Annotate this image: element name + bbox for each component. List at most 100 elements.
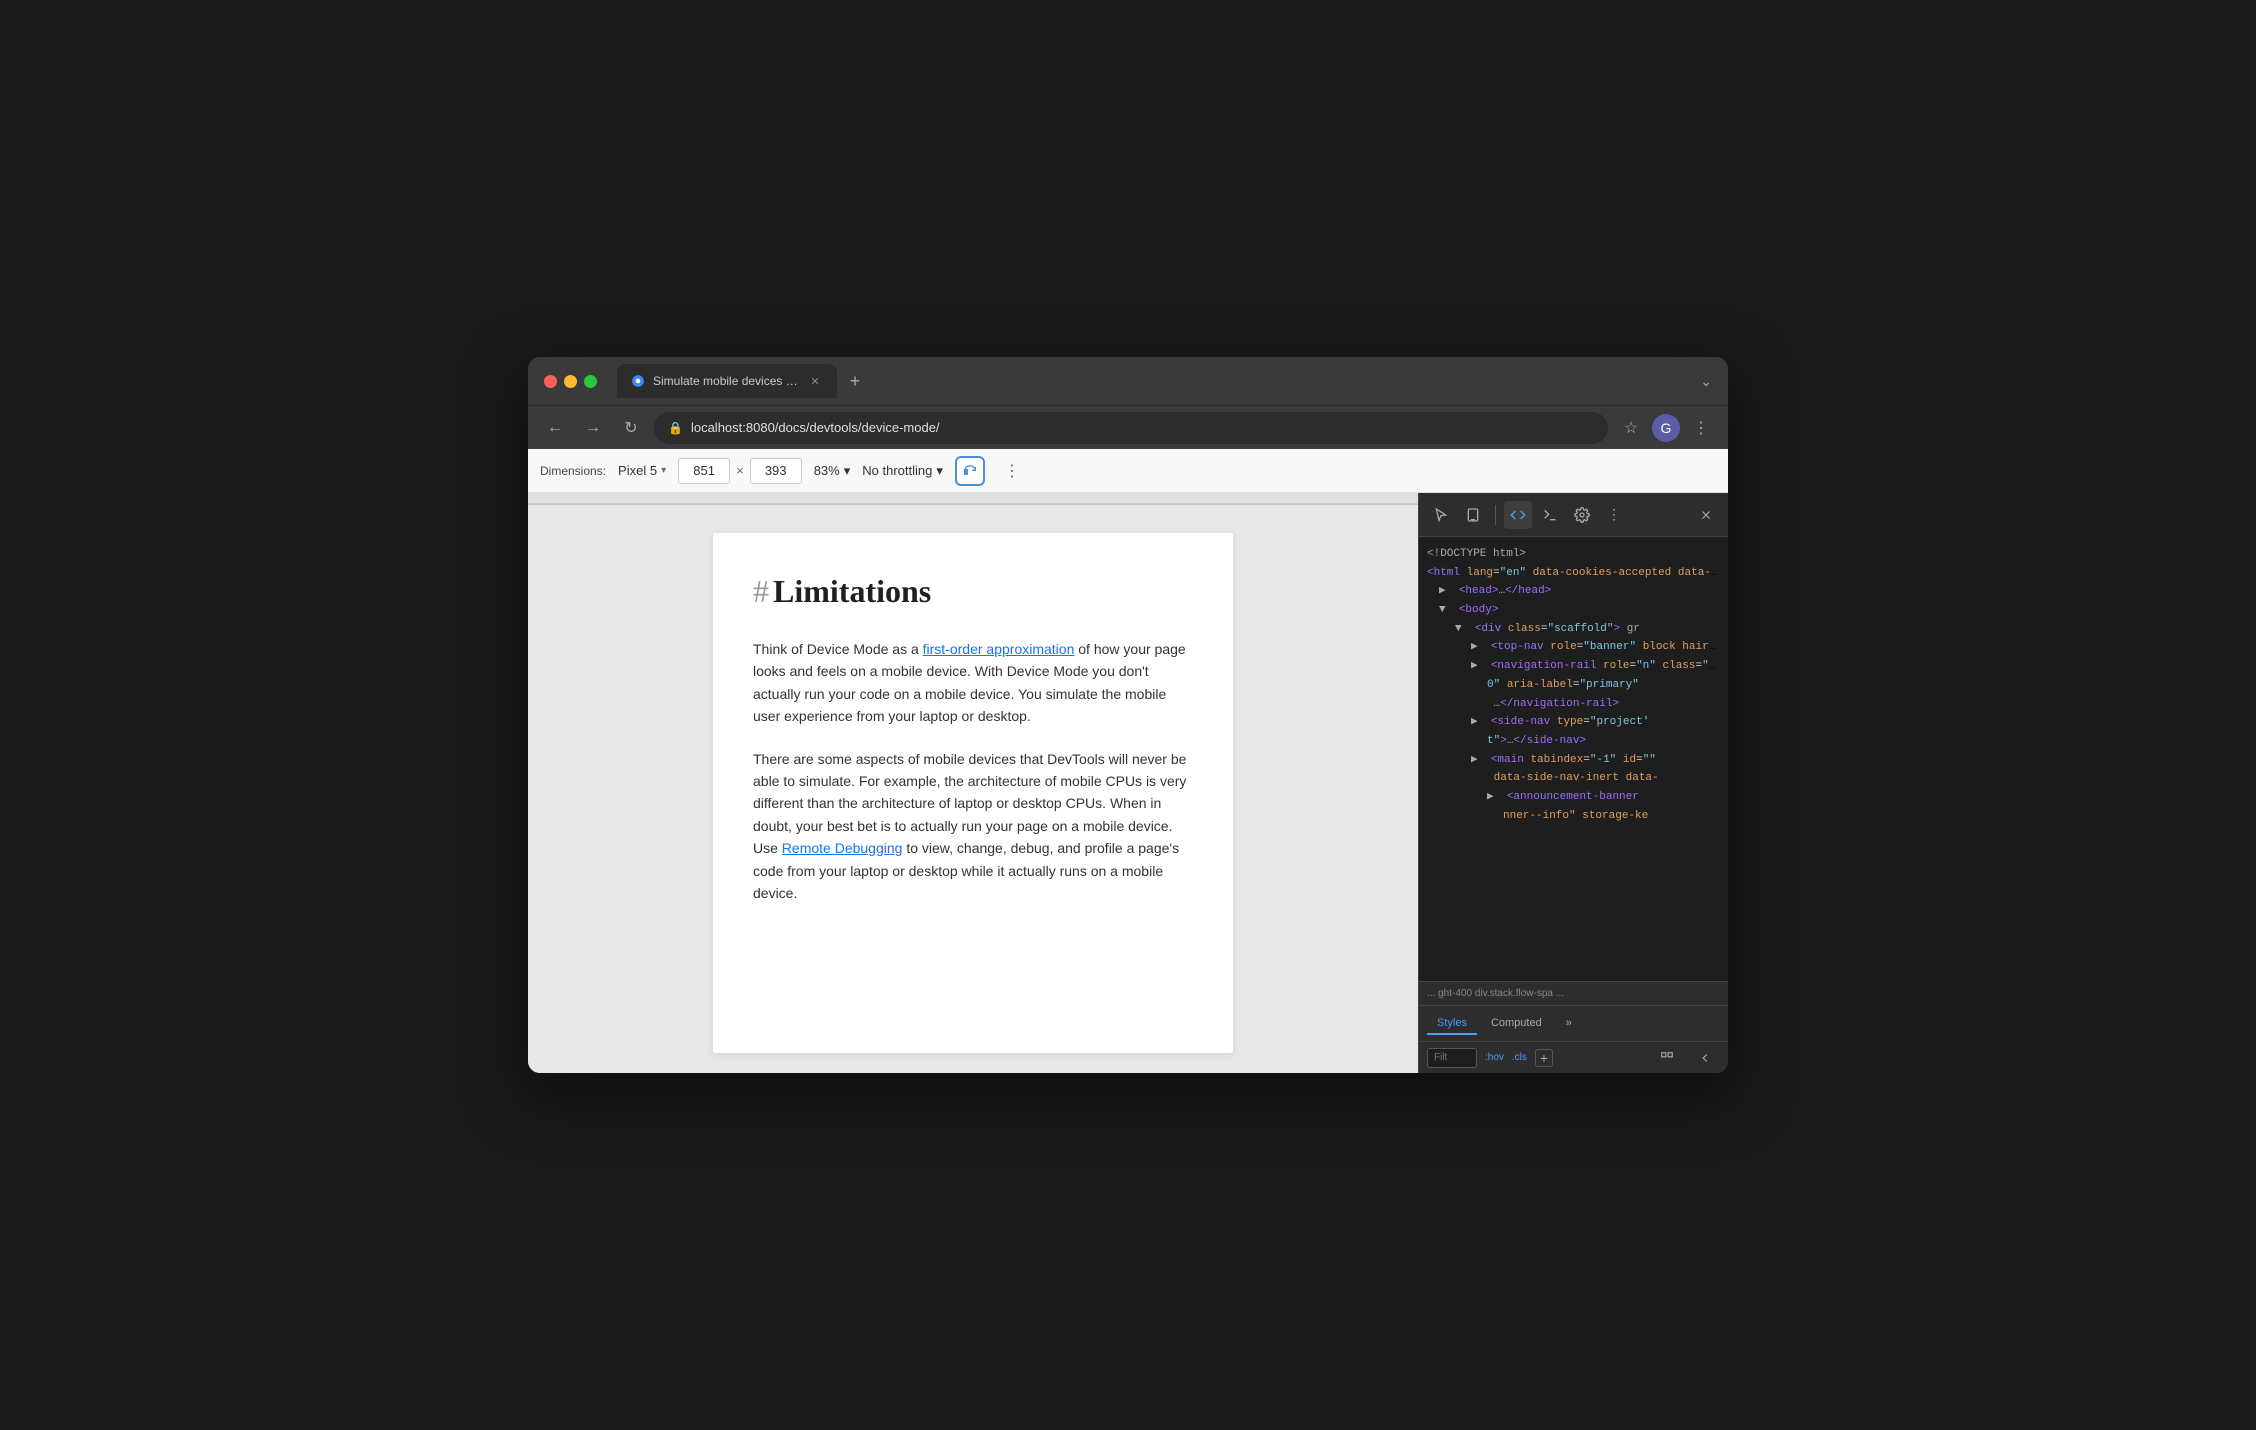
dom-line-body[interactable]: ▼ <body> <box>1419 601 1728 620</box>
dom-tree: <!DOCTYPE html> <html lang="en" data-coo… <box>1419 537 1728 981</box>
paragraph-2: There are some aspects of mobile devices… <box>753 748 1193 905</box>
devtools-toolbar: ⋮ <box>1419 493 1728 537</box>
heading-hash: # <box>753 573 769 609</box>
filter-add-button[interactable]: + <box>1535 1049 1553 1067</box>
dom-line-html[interactable]: <html lang="en" data-cookies-accepted da… <box>1419 564 1728 583</box>
dimensions-input-group: × <box>678 458 802 484</box>
close-button[interactable] <box>544 375 557 388</box>
address-bar[interactable]: 🔒 localhost:8080/docs/devtools/device-mo… <box>654 412 1608 444</box>
tab-styles[interactable]: Styles <box>1427 1013 1477 1035</box>
profile-icon: G <box>1661 420 1672 436</box>
devtools-filter-bar: :hov .cls + <box>1419 1041 1728 1073</box>
filter-extra-button-1[interactable] <box>1652 1043 1682 1073</box>
dom-line-div-scaffold[interactable]: ▼ <div class="scaffold"> gr <box>1419 620 1728 639</box>
dom-line-head[interactable]: ▶ <head>…</head> <box>1419 582 1728 601</box>
width-input[interactable] <box>678 458 730 484</box>
forward-button[interactable]: → <box>578 413 608 443</box>
settings-gear-icon <box>1574 507 1590 523</box>
dimensions-label: Dimensions: <box>540 464 606 478</box>
nav-right: ☆ G ⋮ <box>1616 413 1716 443</box>
devtools-panel: ⋮ <!DOCTYPE html> <html lang="en" d <box>1418 493 1728 1073</box>
refresh-button[interactable]: ↻ <box>616 413 646 443</box>
device-name: Pixel 5 <box>618 463 657 478</box>
dom-line-nav-rail-end[interactable]: …</navigation-rail> <box>1419 695 1728 714</box>
rotate-icon <box>962 463 978 479</box>
filter-cls-tag[interactable]: .cls <box>1512 1052 1527 1063</box>
main-area: Dimensions: Pixel 5 ▾ × 83% ▾ No throttl… <box>528 449 1728 1073</box>
tabs-area: Simulate mobile devices with D ✕ + ⌄ <box>617 364 1712 398</box>
device-mode-icon <box>1465 507 1481 523</box>
page-content: #Limitations Think of Device Mode as a f… <box>713 533 1233 1053</box>
inspect-tool-button[interactable] <box>1427 501 1455 529</box>
rotate-button[interactable] <box>955 456 985 486</box>
device-select[interactable]: Pixel 5 ▾ <box>618 463 666 478</box>
zoom-value: 83% <box>814 463 840 478</box>
inspect-icon <box>1433 507 1449 523</box>
tab-close-icon[interactable]: ✕ <box>807 373 823 389</box>
tab-title: Simulate mobile devices with D <box>653 374 799 388</box>
throttle-arrow-icon: ▾ <box>936 463 943 479</box>
tab-list-button[interactable]: ⌄ <box>1700 373 1712 390</box>
dom-line-main[interactable]: ▶ <main tabindex="-1" id="" <box>1419 751 1728 770</box>
active-tab[interactable]: Simulate mobile devices with D ✕ <box>617 364 837 398</box>
settings-button[interactable] <box>1568 501 1596 529</box>
chrome-favicon-icon <box>631 374 645 388</box>
elements-panel-button[interactable] <box>1504 501 1532 529</box>
more-options-button[interactable]: ⋮ <box>997 456 1027 486</box>
dom-line-side-nav-cont: t">…</side-nav> <box>1419 732 1728 751</box>
minimize-button[interactable] <box>564 375 577 388</box>
device-select-arrow-icon: ▾ <box>661 465 666 476</box>
profile-button[interactable]: G <box>1652 414 1680 442</box>
close-devtools-button[interactable] <box>1692 501 1720 529</box>
filter-icon-2 <box>1698 1051 1712 1065</box>
filter-input[interactable] <box>1427 1048 1477 1068</box>
device-toolbar: Dimensions: Pixel 5 ▾ × 83% ▾ No throttl… <box>528 449 1728 493</box>
dom-line-nav-rail-cont: 0" aria-label="primary" <box>1419 676 1728 695</box>
bookmark-icon[interactable]: ☆ <box>1616 413 1646 443</box>
remote-debugging-link[interactable]: Remote Debugging <box>782 840 903 856</box>
device-mode-button[interactable] <box>1459 501 1487 529</box>
lock-icon: 🔒 <box>668 421 683 435</box>
console-icon <box>1542 507 1558 523</box>
zoom-arrow-icon: ▾ <box>844 463 851 479</box>
address-text: localhost:8080/docs/devtools/device-mode… <box>691 420 940 435</box>
throttle-value: No throttling <box>862 463 932 478</box>
new-tab-button[interactable]: + <box>841 367 869 395</box>
paragraph-1: Think of Device Mode as a first-order ap… <box>753 638 1193 728</box>
dom-line-main-attrs: data-side-nav-inert data- <box>1419 769 1728 788</box>
browser-window: Simulate mobile devices with D ✕ + ⌄ ← →… <box>528 357 1728 1073</box>
title-bar: Simulate mobile devices with D ✕ + ⌄ <box>528 357 1728 405</box>
devtools-panel-tabs: Styles Computed » <box>1419 1005 1728 1041</box>
page-heading: #Limitations <box>753 573 1193 610</box>
more-tools-button[interactable]: ⋮ <box>1600 501 1628 529</box>
dom-line-announcement[interactable]: ▶ <announcement-banner <box>1419 788 1728 807</box>
maximize-button[interactable] <box>584 375 597 388</box>
filter-hov-tag[interactable]: :hov <box>1485 1052 1504 1063</box>
traffic-lights <box>544 375 597 388</box>
filter-icon-1 <box>1660 1051 1674 1065</box>
console-panel-button[interactable] <box>1536 501 1564 529</box>
throttle-select[interactable]: No throttling ▾ <box>862 463 943 479</box>
dom-line-doctype: <!DOCTYPE html> <box>1419 545 1728 564</box>
filter-extra-button-2[interactable] <box>1690 1043 1720 1073</box>
status-bar-text: ... ght-400 div.stack.flow-spa ... <box>1427 988 1564 999</box>
nav-bar: ← → ↻ 🔒 localhost:8080/docs/devtools/dev… <box>528 405 1728 449</box>
dimensions-x-separator: × <box>736 463 744 478</box>
content-split: #Limitations Think of Device Mode as a f… <box>528 493 1728 1073</box>
menu-button[interactable]: ⋮ <box>1686 413 1716 443</box>
close-devtools-icon <box>1699 508 1713 522</box>
ruler-horizontal <box>528 493 1418 505</box>
dom-line-top-nav[interactable]: ▶ <top-nav role="banner" block hairline-… <box>1419 638 1728 657</box>
ruler-ticks-icon <box>528 493 1418 505</box>
tab-more[interactable]: » <box>1556 1013 1582 1035</box>
emulated-page: #Limitations Think of Device Mode as a f… <box>528 493 1418 1073</box>
back-button[interactable]: ← <box>540 413 570 443</box>
elements-icon <box>1510 507 1526 523</box>
dom-line-nav-rail[interactable]: ▶ <navigation-rail role="n" class="lg:pa… <box>1419 657 1728 676</box>
dom-line-side-nav[interactable]: ▶ <side-nav type="project' <box>1419 713 1728 732</box>
first-order-link[interactable]: first-order approximation <box>923 641 1075 657</box>
height-input[interactable] <box>750 458 802 484</box>
zoom-select[interactable]: 83% ▾ <box>814 463 851 479</box>
toolbar-separator <box>1495 505 1496 525</box>
tab-computed[interactable]: Computed <box>1481 1013 1552 1035</box>
